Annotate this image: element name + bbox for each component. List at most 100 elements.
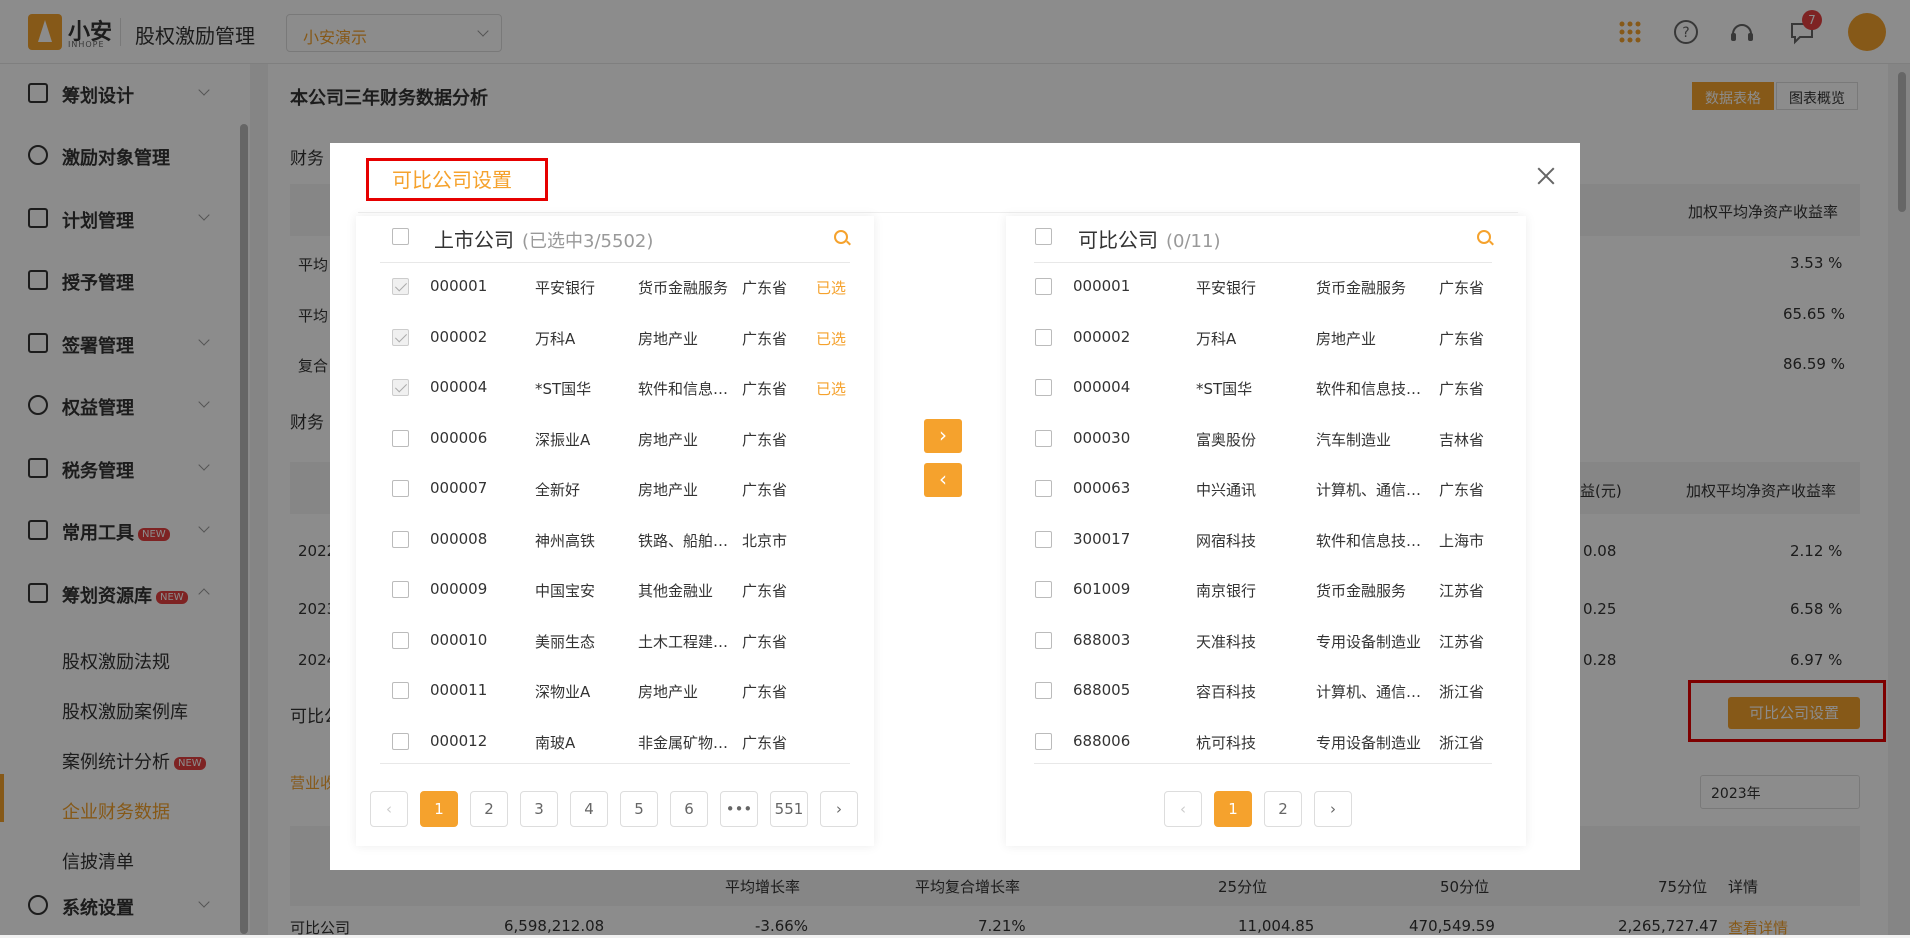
row-checkbox[interactable] bbox=[392, 530, 409, 548]
company-industry: 其他金融业 bbox=[638, 582, 714, 600]
panel-title: 上市公司 (已选中3/5502) bbox=[434, 224, 653, 253]
row-checkbox[interactable] bbox=[392, 328, 409, 346]
row-checkbox[interactable] bbox=[1035, 530, 1052, 548]
selected-count: (已选中3/5502) bbox=[522, 231, 654, 252]
company-row[interactable]: 000004 *ST国华 软件和信息技术服务业广东省 已选 bbox=[380, 363, 850, 413]
company-row[interactable]: 000002 万科A 房地产业 广东省 bbox=[1034, 313, 1492, 363]
row-checkbox[interactable] bbox=[392, 379, 409, 396]
company-province: 江苏省 bbox=[1439, 582, 1485, 600]
company-row[interactable]: 000030 富奥股份 汽车制造业 吉林省 bbox=[1034, 414, 1492, 464]
page-button[interactable]: 4 bbox=[570, 791, 608, 827]
company-name: 神州高铁 bbox=[535, 531, 596, 550]
row-checkbox[interactable] bbox=[1035, 732, 1052, 750]
company-name: 深物业A bbox=[535, 683, 591, 701]
page-button[interactable]: 2 bbox=[470, 791, 508, 827]
company-industry: 房地产业 bbox=[638, 329, 699, 348]
company-province: 广东省 bbox=[742, 430, 788, 449]
company-code: 688006 bbox=[1073, 731, 1131, 750]
search-icon[interactable] bbox=[834, 230, 848, 244]
prev-page-button[interactable]: ‹ bbox=[1164, 791, 1202, 827]
next-page-button[interactable]: › bbox=[820, 791, 858, 827]
next-page-button[interactable]: › bbox=[1314, 791, 1352, 827]
row-checkbox[interactable] bbox=[1035, 631, 1052, 649]
company-row[interactable]: 688006 杭可科技 专用设备制造业 浙江省 bbox=[1034, 717, 1492, 767]
close-icon[interactable] bbox=[1535, 165, 1557, 187]
modal-divider bbox=[358, 212, 1518, 213]
company-province: 浙江省 bbox=[1439, 733, 1485, 752]
company-name: 网宿科技 bbox=[1196, 531, 1257, 550]
search-icon[interactable] bbox=[1477, 230, 1491, 244]
company-row[interactable]: 000010 美丽生态 土木工程建筑业广东省 bbox=[380, 616, 850, 666]
company-row[interactable]: 000007 全新好 房地产业 广东省 bbox=[380, 464, 850, 514]
company-row[interactable]: 688005 容百科技 计算机、通信和其他电子设备浙江省 bbox=[1034, 666, 1492, 716]
row-checkbox[interactable] bbox=[392, 682, 409, 699]
page-button[interactable]: 551 bbox=[770, 791, 808, 827]
row-checkbox[interactable] bbox=[1035, 278, 1052, 295]
company-row[interactable]: 300017 网宿科技 软件和信息技术服务业上海市 bbox=[1034, 515, 1492, 565]
move-left-button[interactable]: ‹ bbox=[924, 463, 962, 497]
company-province: 广东省 bbox=[1439, 329, 1485, 348]
row-checkbox[interactable] bbox=[1035, 581, 1052, 598]
page-button[interactable]: 5 bbox=[620, 791, 658, 827]
page-button[interactable]: 3 bbox=[520, 791, 558, 827]
company-row[interactable]: 000004 *ST国华 软件和信息技术服务业广东省 bbox=[1034, 363, 1492, 413]
company-code: 000009 bbox=[430, 580, 488, 598]
page-button[interactable]: 6 bbox=[670, 791, 708, 827]
company-name: *ST国华 bbox=[535, 380, 592, 398]
row-checkbox[interactable] bbox=[1035, 682, 1052, 699]
company-code: 000002 bbox=[1073, 327, 1131, 346]
page-button[interactable]: 1 bbox=[420, 791, 458, 827]
company-code: 000002 bbox=[430, 327, 488, 346]
company-code: 000012 bbox=[430, 731, 488, 750]
select-all-checkbox[interactable] bbox=[1035, 228, 1052, 245]
company-code: 000004 bbox=[430, 378, 488, 396]
page-button[interactable]: 1 bbox=[1214, 791, 1252, 827]
company-name: 深振业A bbox=[535, 430, 591, 449]
company-province: 吉林省 bbox=[1439, 430, 1485, 449]
company-name: 全新好 bbox=[535, 481, 581, 499]
company-industry: 计算机、通信和其他电子设备 bbox=[1316, 683, 1424, 701]
company-row[interactable]: 000011 深物业A 房地产业 广东省 bbox=[380, 666, 850, 716]
row-checkbox[interactable] bbox=[392, 480, 409, 497]
company-name: 富奥股份 bbox=[1196, 430, 1257, 449]
move-right-button[interactable]: › bbox=[924, 419, 962, 453]
select-all-checkbox[interactable] bbox=[392, 228, 409, 245]
company-row[interactable]: 000008 神州高铁 铁路、船舶、航空航天北京市 bbox=[380, 515, 850, 565]
company-status: 已选 bbox=[816, 329, 847, 348]
company-row[interactable]: 000001 平安银行 货币金融服务 广东省 已选 bbox=[380, 262, 850, 312]
company-row[interactable]: 601009 南京银行 货币金融服务 江苏省 bbox=[1034, 565, 1492, 615]
company-name: 杭可科技 bbox=[1196, 733, 1257, 752]
company-name: 南玻A bbox=[535, 733, 576, 752]
row-checkbox[interactable] bbox=[1035, 429, 1052, 447]
company-row[interactable]: 000002 万科A 房地产业 广东省 已选 bbox=[380, 313, 850, 363]
row-checkbox[interactable] bbox=[392, 429, 409, 447]
company-province: 浙江省 bbox=[1439, 683, 1485, 701]
company-row[interactable]: 688003 天准科技 专用设备制造业 江苏省 bbox=[1034, 616, 1492, 666]
company-industry: 计算机、通信和其他电子设备 bbox=[1316, 481, 1424, 499]
company-name: 美丽生态 bbox=[535, 632, 596, 651]
row-checkbox[interactable] bbox=[1035, 480, 1052, 497]
row-checkbox[interactable] bbox=[1035, 379, 1052, 396]
prev-page-button[interactable]: ‹ bbox=[370, 791, 408, 827]
company-row[interactable]: 000063 中兴通讯 计算机、通信和其他电子设备广东省 bbox=[1034, 464, 1492, 514]
row-checkbox[interactable] bbox=[392, 631, 409, 649]
company-code: 000004 bbox=[1073, 378, 1131, 396]
company-industry: 货币金融服务 bbox=[1316, 582, 1407, 600]
company-province: 广东省 bbox=[742, 632, 788, 651]
company-row[interactable]: 000012 南玻A 非金属矿物制品业广东省 bbox=[380, 717, 850, 767]
row-checkbox[interactable] bbox=[392, 732, 409, 750]
page-button[interactable]: ••• bbox=[720, 791, 758, 827]
company-row[interactable]: 000009 中国宝安 其他金融业 广东省 bbox=[380, 565, 850, 615]
company-name: 平安银行 bbox=[1196, 279, 1257, 297]
row-checkbox[interactable] bbox=[392, 581, 409, 598]
company-name: *ST国华 bbox=[1196, 380, 1253, 398]
company-row[interactable]: 000006 深振业A 房地产业 广东省 bbox=[380, 414, 850, 464]
company-row[interactable]: 000001 平安银行 货币金融服务 广东省 bbox=[1034, 262, 1492, 312]
company-province: 广东省 bbox=[742, 279, 788, 297]
page-button[interactable]: 2 bbox=[1264, 791, 1302, 827]
row-checkbox[interactable] bbox=[392, 278, 409, 295]
row-checkbox[interactable] bbox=[1035, 328, 1052, 346]
company-name: 天准科技 bbox=[1196, 632, 1257, 651]
company-industry: 专用设备制造业 bbox=[1316, 632, 1422, 651]
company-code: 000006 bbox=[430, 428, 488, 447]
